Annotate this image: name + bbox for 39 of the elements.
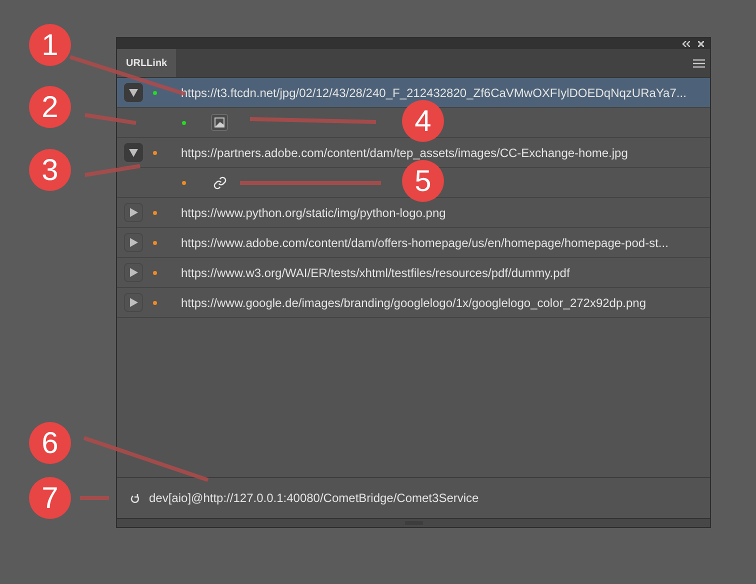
leader-line bbox=[80, 496, 109, 500]
url-text: https://www.adobe.com/content/dam/offers-homepage/us/en/homepage/homepage-pod-st... bbox=[181, 234, 668, 252]
collapse-icon[interactable] bbox=[682, 40, 690, 46]
menu-icon[interactable] bbox=[693, 58, 705, 68]
url-row[interactable]: https://www.adobe.com/content/dam/offers-homepage/us/en/homepage/homepage-pod-st... bbox=[117, 228, 710, 258]
expand-toggle[interactable] bbox=[124, 143, 143, 162]
callout-number: 6 bbox=[29, 422, 71, 464]
url-text: https://www.python.org/static/img/python-logo.png bbox=[181, 204, 446, 222]
leader-line bbox=[84, 113, 136, 125]
callout-number: 1 bbox=[29, 24, 71, 66]
right-triangle-icon bbox=[130, 238, 138, 247]
callout-number: 7 bbox=[29, 477, 71, 519]
url-row[interactable]: https://www.python.org/static/img/python-logo.png bbox=[117, 198, 710, 228]
expand-toggle[interactable] bbox=[124, 293, 143, 312]
expand-toggle[interactable] bbox=[124, 83, 143, 102]
link-icon bbox=[212, 176, 226, 190]
expand-toggle[interactable] bbox=[124, 263, 143, 282]
down-triangle-icon bbox=[129, 88, 138, 96]
url-row[interactable]: https://t3.ftcdn.net/jpg/02/12/43/28/240_F_212432820_Zf6CaVMwOXFIylDOEDqNqzURaYa7... bbox=[117, 78, 710, 108]
leader-line bbox=[84, 164, 140, 177]
url-row[interactable]: https://www.w3.org/WAI/ER/tests/xhtml/testfiles/resources/pdf/dummy.pdf bbox=[117, 258, 710, 288]
image-icon bbox=[211, 114, 228, 131]
url-text: https://t3.ftcdn.net/jpg/02/12/43/28/240_F_212432820_Zf6CaVMwOXFIylDOEDqNqzURaYa7... bbox=[181, 84, 686, 102]
url-row[interactable]: https://www.google.de/images/branding/googlelogo/1x/googlelogo_color_272x92dp.png bbox=[117, 288, 710, 318]
url-text: https://www.w3.org/WAI/ER/tests/xhtml/testfiles/resources/pdf/dummy.pdf bbox=[181, 264, 570, 282]
connection-text: dev[aio]@http://127.0.0.1:40080/CometBridge/Comet3Service bbox=[149, 490, 479, 507]
right-triangle-icon bbox=[130, 268, 138, 277]
refresh-icon[interactable] bbox=[130, 492, 140, 504]
url-text: https://www.google.de/images/branding/googlelogo/1x/googlelogo_color_272x92dp.png bbox=[181, 294, 646, 312]
panel-tab[interactable]: URLLink bbox=[117, 49, 176, 77]
right-triangle-icon bbox=[130, 298, 138, 307]
url-text: https://partners.adobe.com/content/dam/tep_assets/images/CC-Exchange-home.jpg bbox=[181, 144, 628, 162]
expand-toggle[interactable] bbox=[124, 203, 143, 222]
callout-number: 2 bbox=[29, 86, 71, 128]
right-triangle-icon bbox=[130, 208, 138, 217]
expand-toggle[interactable] bbox=[124, 233, 143, 252]
down-triangle-icon bbox=[129, 148, 138, 156]
close-icon[interactable] bbox=[698, 40, 704, 46]
callout-number: 3 bbox=[29, 149, 71, 191]
